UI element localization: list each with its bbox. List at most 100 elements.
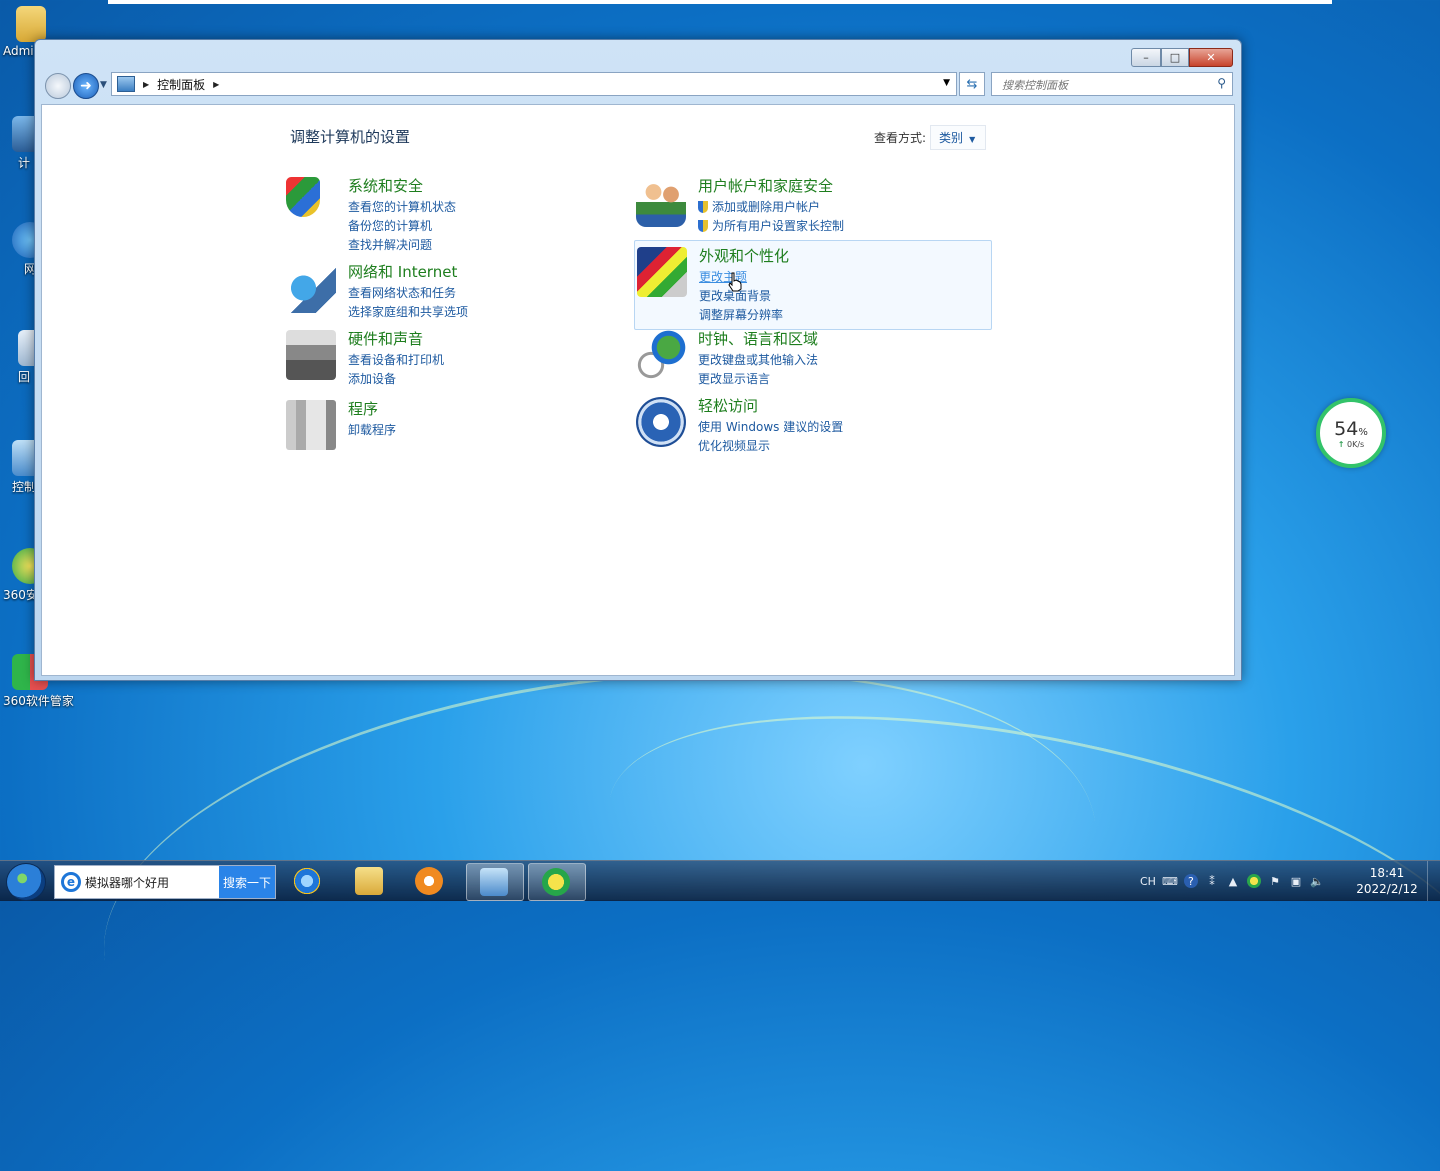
- category-link-admin[interactable]: 添加或删除用户帐户: [698, 198, 986, 217]
- view-by: 查看方式: 类别 ▼: [874, 125, 987, 150]
- category-link[interactable]: 选择家庭组和共享选项: [348, 303, 636, 322]
- media-player-icon: [415, 867, 443, 895]
- network-status-icon[interactable]: ▣: [1289, 874, 1303, 888]
- category-programs: 程序 卸载程序: [284, 394, 640, 450]
- category-clock-language-region: 时钟、语言和区域 更改键盘或其他输入法 更改显示语言: [634, 324, 990, 393]
- clock-globe-icon[interactable]: [636, 330, 686, 380]
- category-link[interactable]: 更改键盘或其他输入法: [698, 351, 986, 370]
- search-icon[interactable]: ⚲: [1217, 76, 1226, 90]
- control-panel-icon: [117, 76, 135, 92]
- category-link[interactable]: 查看网络状态和任务: [348, 284, 636, 303]
- category-link[interactable]: 卸载程序: [348, 421, 636, 440]
- ease-of-access-icon[interactable]: [636, 397, 686, 447]
- action-center-flag-icon[interactable]: ⚑: [1268, 874, 1282, 888]
- chevron-down-icon[interactable]: ▼: [943, 78, 950, 88]
- ie-icon: e: [61, 872, 81, 892]
- users-icon[interactable]: [636, 177, 686, 227]
- memory-percent: 54%: [1334, 418, 1368, 440]
- breadcrumb-control-panel[interactable]: 控制面板: [157, 76, 205, 93]
- category-link[interactable]: 使用 Windows 建议的设置: [698, 418, 986, 437]
- category-user-accounts: 用户帐户和家庭安全 添加或删除用户帐户 为所有用户设置家长控制: [634, 171, 990, 240]
- view-by-dropdown[interactable]: 类别 ▼: [930, 125, 987, 150]
- category-link[interactable]: 更改显示语言: [698, 370, 986, 389]
- hand-cursor-icon: [728, 272, 742, 292]
- control-panel-icon: [480, 868, 508, 896]
- content-area: 调整计算机的设置 查看方式: 类别 ▼ 系统和安全 查看您的计算机状态 备份您的计…: [41, 104, 1235, 676]
- category-title[interactable]: 用户帐户和家庭安全: [698, 175, 986, 196]
- category-title[interactable]: 系统和安全: [348, 175, 636, 196]
- category-link[interactable]: 备份您的计算机: [348, 217, 636, 236]
- category-title[interactable]: 程序: [348, 398, 636, 419]
- taskbar-app-ie[interactable]: [280, 863, 336, 899]
- taskbar-clock[interactable]: 18:41 2022/2/12: [1352, 865, 1422, 897]
- category-link-admin[interactable]: 为所有用户设置家长控制: [698, 217, 986, 236]
- folder-icon: [16, 6, 46, 42]
- chevron-right-icon[interactable]: ▶: [213, 80, 219, 89]
- view-by-label: 查看方式:: [874, 131, 927, 145]
- rate-value: 0K/s: [1347, 439, 1365, 449]
- clock-date: 2022/2/12: [1356, 882, 1418, 896]
- taskbar-app-control-panel[interactable]: [466, 863, 524, 901]
- network-speed-widget[interactable]: 54% ↑ 0K/s: [1316, 398, 1386, 468]
- ime-settings-icon[interactable]: ⁑: [1205, 874, 1219, 888]
- arrow-right-icon: ➜: [80, 78, 92, 94]
- back-button[interactable]: [45, 73, 71, 99]
- taskbar-app-360[interactable]: [528, 863, 586, 901]
- address-bar[interactable]: ▶ 控制面板 ▶ ▼: [111, 72, 957, 96]
- category-hardware-sound: 硬件和声音 查看设备和打印机 添加设备: [284, 324, 640, 393]
- category-title[interactable]: 硬件和声音: [348, 328, 636, 349]
- shield-icon[interactable]: [286, 177, 320, 217]
- search-input[interactable]: [1000, 75, 1204, 95]
- folder-icon: [355, 867, 383, 895]
- category-link[interactable]: 调整屏幕分辨率: [699, 306, 987, 325]
- category-link[interactable]: 更改桌面背景: [699, 287, 987, 306]
- category-system-security: 系统和安全 查看您的计算机状态 备份您的计算机 查找并解决问题: [284, 171, 640, 259]
- refresh-icon: ⇆: [966, 76, 978, 92]
- keyboard-icon[interactable]: ⌨: [1162, 874, 1178, 888]
- category-title[interactable]: 时钟、语言和区域: [698, 328, 986, 349]
- chevron-down-icon: ▼: [969, 135, 976, 144]
- 360-tray-icon[interactable]: [1246, 874, 1261, 888]
- taskbar-app-explorer[interactable]: [342, 863, 398, 899]
- network-rate: ↑ 0K/s: [1338, 440, 1364, 449]
- show-desktop-button[interactable]: [1427, 861, 1440, 901]
- chevron-right-icon: ▶: [143, 79, 150, 89]
- category-link[interactable]: 查看您的计算机状态: [348, 198, 636, 217]
- start-button[interactable]: [6, 863, 46, 901]
- taskbar-search[interactable]: e 模拟器哪个好用 搜索一下: [54, 865, 276, 899]
- taskbar-app-media-player[interactable]: [402, 863, 458, 899]
- personalization-icon[interactable]: [637, 247, 687, 297]
- view-by-value: 类别: [939, 131, 964, 145]
- category-link[interactable]: 查找并解决问题: [348, 236, 636, 255]
- help-icon[interactable]: ?: [1183, 874, 1198, 888]
- desktop-icon-label: 360软件管家: [3, 694, 74, 708]
- minimize-button[interactable]: –: [1131, 48, 1161, 67]
- refresh-button[interactable]: ⇆: [959, 72, 985, 96]
- category-link[interactable]: 更改主题: [699, 268, 987, 287]
- taskbar-search-button[interactable]: 搜索一下: [219, 866, 275, 898]
- 360-safe-icon: [542, 868, 570, 896]
- background-window-strip: [108, 0, 1332, 4]
- search-box[interactable]: ⚲: [991, 72, 1233, 96]
- category-title[interactable]: 外观和个性化: [699, 245, 987, 266]
- close-button[interactable]: ✕: [1189, 48, 1233, 67]
- show-hidden-icons[interactable]: ▲: [1226, 874, 1240, 888]
- percent-unit: %: [1358, 426, 1368, 438]
- taskbar-search-text[interactable]: 模拟器哪个好用: [85, 874, 219, 891]
- category-link[interactable]: 添加设备: [348, 370, 636, 389]
- category-title[interactable]: 网络和 Internet: [348, 261, 636, 282]
- taskbar: e 模拟器哪个好用 搜索一下 CH ⌨ ? ⁑ ▲ ⚑ ▣ 🔈 18:41 20…: [0, 860, 1440, 901]
- category-link[interactable]: 优化视频显示: [698, 437, 986, 456]
- forward-button[interactable]: ➜: [73, 73, 99, 99]
- input-language[interactable]: CH: [1140, 875, 1156, 888]
- maximize-button[interactable]: □: [1161, 48, 1189, 67]
- clock-time: 18:41: [1369, 866, 1405, 880]
- printer-icon[interactable]: [286, 330, 336, 380]
- category-link[interactable]: 查看设备和打印机: [348, 351, 636, 370]
- programs-icon[interactable]: [286, 400, 336, 450]
- recent-pages-dropdown[interactable]: ▼: [100, 80, 107, 90]
- network-icon[interactable]: [286, 263, 336, 313]
- volume-icon[interactable]: 🔈: [1310, 874, 1324, 888]
- window-controls: – □ ✕: [1131, 48, 1233, 67]
- category-title[interactable]: 轻松访问: [698, 395, 986, 416]
